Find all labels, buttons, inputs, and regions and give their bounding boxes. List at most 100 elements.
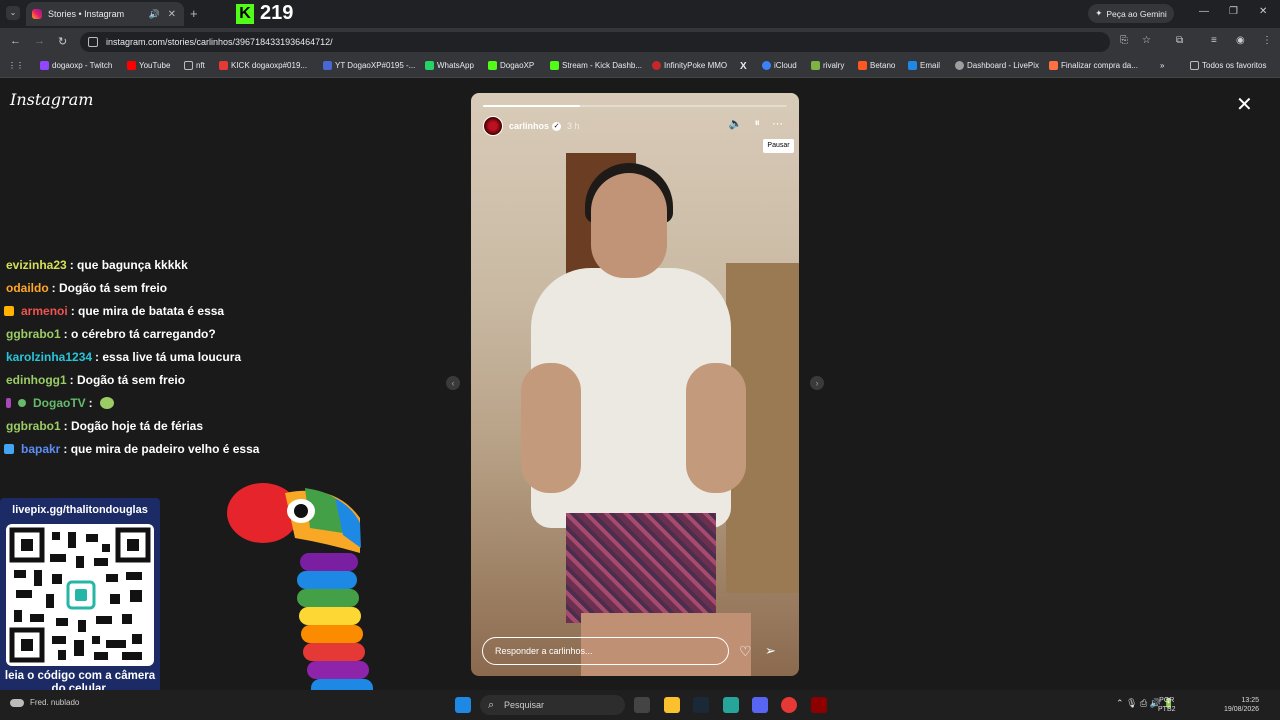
chat-message: armenoi: que mira de batata é essa	[4, 304, 224, 318]
new-tab-button[interactable]: +	[190, 6, 198, 21]
send-icon[interactable]: ➢	[765, 643, 776, 659]
search-icon: ⌕	[488, 699, 495, 711]
previous-story-icon[interactable]: ‹	[446, 376, 460, 390]
discord-icon[interactable]	[752, 697, 768, 713]
instagram-logo[interactable]: Instagram	[10, 90, 93, 109]
bookmark-email[interactable]: Email	[908, 61, 940, 70]
kick-icon	[550, 61, 559, 70]
instagram-stories-page: Instagram ✕ ‹ › carlinhos ✓ 3 h 🔈 ⏸ ⋯ Pa…	[0, 78, 1280, 700]
bookmarks-bar: ⋮⋮ dogaoxp - Twitch YouTube nft KICK dog…	[0, 56, 1280, 78]
extensions-icon[interactable]: ⧉	[1176, 35, 1183, 46]
close-stories-icon[interactable]: ✕	[1236, 92, 1253, 117]
window-close-button[interactable]: ✕	[1259, 6, 1267, 17]
apps-grid-icon[interactable]: ⋮⋮	[8, 61, 24, 70]
bookmark-finalizar-compra[interactable]: Finalizar compra da...	[1049, 61, 1138, 70]
all-favorites[interactable]: Todos os favoritos	[1190, 61, 1266, 70]
language-indicator[interactable]: POR PTB2	[1158, 696, 1176, 714]
forward-button[interactable]: →	[34, 35, 45, 47]
minimize-button[interactable]: —	[1199, 6, 1209, 17]
chat-message: DogaoTV:	[6, 396, 114, 410]
bookmark-infinitypoke[interactable]: InfinityPoke MMO	[652, 61, 727, 70]
site-info-icon[interactable]	[88, 37, 98, 47]
reply-input[interactable]: Responder a carlinhos...	[482, 637, 729, 665]
back-button[interactable]: ←	[10, 35, 21, 47]
bookmark-livepix[interactable]: Dashboard - LivePix	[955, 61, 1039, 70]
url-text: instagram.com/stories/carlinhos/39671843…	[106, 37, 333, 47]
livepix-qr-overlay: livepix.gg/thalitondouglas leia o código…	[0, 498, 160, 700]
tab-close-icon[interactable]: ✕	[168, 9, 176, 20]
bookmark-twitch[interactable]: dogaoxp - Twitch	[40, 61, 112, 70]
bookmark-betano[interactable]: Betano	[858, 61, 895, 70]
bookmark-nft[interactable]: nft	[184, 61, 205, 70]
folder-icon	[1190, 61, 1199, 70]
url-bar[interactable]: instagram.com/stories/carlinhos/39671843…	[80, 32, 1110, 52]
story-header: carlinhos ✓ 3 h 🔈 ⏸ ⋯	[483, 115, 787, 137]
bookmark-kick-dashboard[interactable]: Stream - Kick Dashb...	[550, 61, 642, 70]
icloud-icon	[762, 61, 771, 70]
story-image-arm	[521, 363, 581, 493]
chat-message: evizinha23: que bagunça kkkkk	[6, 258, 188, 272]
browser-menu-icon[interactable]: ⋮	[1262, 35, 1272, 46]
more-bookmarks-icon[interactable]: »	[1160, 61, 1164, 70]
more-options-icon[interactable]: ⋯	[772, 117, 783, 130]
install-app-icon[interactable]: ⎘	[1120, 35, 1128, 46]
bookmark-kick-dogaoxp[interactable]: KICK dogaoxp#019...	[219, 61, 307, 70]
address-toolbar: ← → ↻ instagram.com/stories/carlinhos/39…	[0, 28, 1280, 56]
mic-badge-icon	[6, 398, 11, 408]
story-image-face	[591, 173, 667, 278]
language-code: POR	[1159, 697, 1175, 704]
avatar[interactable]	[483, 116, 503, 136]
bookmark-rivalry[interactable]: rivalry	[811, 61, 844, 70]
yt-icon	[323, 61, 332, 70]
profile-avatar-icon[interactable]: ◉	[1236, 35, 1245, 46]
tab-audio-icon[interactable]: 🔊	[149, 9, 160, 20]
pause-icon[interactable]: ⏸	[755, 117, 761, 130]
story-progress-bar	[483, 105, 787, 107]
weather-widget[interactable]: Fred. nublado	[10, 698, 79, 707]
x-logo-icon: X	[740, 61, 747, 72]
story-image-shorts	[566, 513, 716, 623]
cloud-icon	[10, 698, 24, 707]
file-explorer-icon[interactable]	[664, 697, 680, 713]
clock[interactable]: 13:25 19/08/2026	[1224, 696, 1259, 714]
bookmark-star-icon[interactable]: ☆	[1142, 35, 1151, 46]
media-control-icon[interactable]: ≡	[1211, 35, 1217, 46]
pause-tooltip: Pausar	[763, 139, 794, 153]
mute-icon[interactable]: 🔈	[729, 117, 743, 130]
steam-icon[interactable]	[693, 697, 709, 713]
windows-taskbar: Fred. nublado ⌕ Pesquisar ⌃ 🎙 ⎙ 🔊 🔋 POR …	[0, 690, 1280, 720]
crown-badge-icon	[4, 306, 14, 316]
story-timestamp: 3 h	[567, 121, 580, 131]
chat-message: ggbrabo1: Dogão hoje tá de férias	[6, 419, 204, 433]
app-icon[interactable]	[811, 697, 827, 713]
app-icon[interactable]	[723, 697, 739, 713]
bookmark-x[interactable]: X	[740, 61, 747, 72]
tab-instagram[interactable]: Stories • Instagram 🔊 ✕	[26, 2, 184, 26]
gemini-button[interactable]: ✦ Peça ao Gemini	[1088, 4, 1174, 23]
story-viewer[interactable]: carlinhos ✓ 3 h 🔈 ⏸ ⋯ Pausar Responder a…	[471, 93, 799, 676]
rivalry-icon	[811, 61, 820, 70]
windows-start-icon[interactable]	[455, 697, 471, 713]
like-heart-icon[interactable]: ♡	[739, 643, 752, 660]
folder-icon	[184, 61, 193, 70]
maximize-button[interactable]: ❐	[1229, 6, 1238, 17]
taskbar-search[interactable]: ⌕ Pesquisar	[480, 695, 625, 715]
bookmark-whatsapp[interactable]: WhatsApp	[425, 61, 474, 70]
email-icon	[908, 61, 917, 70]
chat-message: karolzinha1234: essa live tá uma loucura	[6, 350, 242, 364]
chat-message: edinhogg1: Dogão tá sem freio	[6, 373, 186, 387]
bookmark-dogaoxp[interactable]: DogaoXP	[488, 61, 534, 70]
story-username[interactable]: carlinhos	[509, 121, 549, 131]
bookmark-youtube[interactable]: YouTube	[127, 61, 170, 70]
chrome-icon[interactable]	[781, 697, 797, 713]
task-view-icon[interactable]	[634, 697, 650, 713]
shop-icon	[1049, 61, 1058, 70]
tab-search-icon[interactable]: ⌄	[6, 6, 20, 20]
next-story-icon[interactable]: ›	[810, 376, 824, 390]
bookmark-yt-dogaoxp[interactable]: YT DogaoXP#0195 -...	[323, 61, 415, 70]
mod-badge-icon	[18, 399, 26, 407]
browser-titlebar: ⌄ Stories • Instagram 🔊 ✕ + K 219 ✦ Peça…	[0, 0, 1280, 28]
alien-emote-icon	[99, 397, 114, 409]
reload-button[interactable]: ↻	[58, 35, 67, 48]
bookmark-icloud[interactable]: iCloud	[762, 61, 797, 70]
